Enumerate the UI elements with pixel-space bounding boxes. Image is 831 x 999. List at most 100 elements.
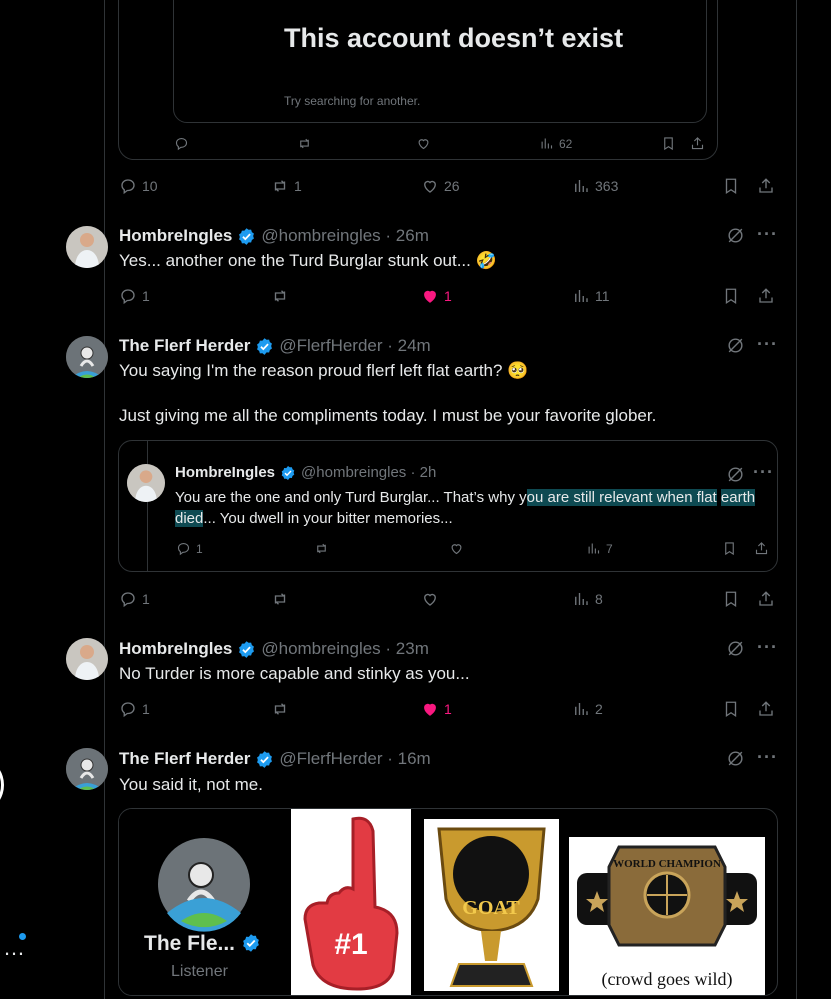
grok-icon[interactable] <box>726 226 745 245</box>
like-button[interactable] <box>421 590 439 608</box>
avatar[interactable] <box>66 748 108 790</box>
like-button[interactable]: 1 <box>421 700 452 718</box>
verified-badge-icon <box>257 337 273 355</box>
heart-icon <box>418 139 429 150</box>
share-button[interactable] <box>757 700 775 718</box>
post-header: The Flerf Herder @FlerfHerder · 16m <box>119 749 431 769</box>
grok-icon[interactable] <box>726 749 745 768</box>
reply-count: 1 <box>142 701 150 717</box>
handle-time[interactable]: @hombreingles · 23m <box>261 639 429 659</box>
left-sidebar-bubble[interactable] <box>0 762 4 808</box>
more-options-icon[interactable]: ··· <box>753 462 774 483</box>
views-button[interactable]: 7 <box>586 541 613 556</box>
reply-button[interactable] <box>174 136 189 151</box>
media-profile-card[interactable]: The Fle... Listener <box>119 809 289 995</box>
bookmark-button[interactable] <box>661 136 676 151</box>
display-name[interactable]: HombreIngles <box>119 226 232 246</box>
heart-filled-icon <box>424 290 436 303</box>
media-grid[interactable]: The Fle... Listener #1 GOAT WORLD CHAMPI… <box>118 808 778 996</box>
repost-icon <box>274 703 286 715</box>
bookmark-icon <box>725 178 737 195</box>
share-icon <box>759 178 773 193</box>
repost-button[interactable]: 1 <box>271 177 302 195</box>
post-header: HombreIngles @hombreingles · 23m <box>119 639 429 659</box>
views-icon <box>588 543 600 554</box>
media-goat-trophy[interactable]: GOAT <box>424 819 559 991</box>
avatar[interactable] <box>66 226 108 268</box>
media-foam-finger[interactable]: #1 <box>291 809 411 995</box>
belt-label: WORLD CHAMPION <box>613 858 721 870</box>
verified-badge-icon <box>239 640 255 658</box>
views-button[interactable]: 8 <box>572 590 603 608</box>
repost-button[interactable] <box>271 287 289 305</box>
more-options-icon[interactable]: ··· <box>757 224 778 245</box>
reply-count: 10 <box>142 178 158 194</box>
display-name[interactable]: HombreIngles <box>119 639 232 659</box>
repost-button[interactable] <box>314 541 329 556</box>
views-count: 363 <box>595 178 619 194</box>
notice-subtitle: Try searching for another. <box>284 94 421 108</box>
display-name[interactable]: The Flerf Herder <box>119 336 250 356</box>
more-options-icon[interactable]: ··· <box>757 637 778 658</box>
unavailable-account-notice <box>173 0 707 123</box>
reply-button[interactable]: 1 <box>176 541 203 556</box>
verified-badge-icon <box>243 934 259 952</box>
views-button[interactable]: 62 <box>539 136 572 151</box>
like-button[interactable] <box>416 136 431 151</box>
share-button[interactable] <box>757 590 775 608</box>
views-button[interactable]: 2 <box>572 700 603 718</box>
like-count: 1 <box>444 701 452 717</box>
views-count: 7 <box>606 541 613 556</box>
reply-button[interactable]: 1 <box>119 590 150 608</box>
emoji: 🥺 <box>507 361 529 380</box>
grok-icon[interactable] <box>726 465 745 484</box>
reply-button[interactable]: 10 <box>119 177 158 195</box>
grok-icon[interactable] <box>726 336 745 355</box>
avatar[interactable] <box>66 638 108 680</box>
more-options-icon[interactable]: ··· <box>757 747 778 768</box>
heart-icon <box>424 593 436 606</box>
repost-button[interactable] <box>271 700 289 718</box>
share-button[interactable] <box>754 541 769 556</box>
share-button[interactable] <box>690 136 705 151</box>
repost-count: 1 <box>294 178 302 194</box>
share-button[interactable] <box>757 177 775 195</box>
heart-filled-icon <box>424 703 436 716</box>
share-icon <box>755 542 768 555</box>
notification-dot <box>19 933 26 940</box>
quote-header: HombreIngles @hombreingles · 2h <box>175 464 436 481</box>
handle-time[interactable]: @FlerfHerder · 24m <box>279 336 430 356</box>
like-button[interactable]: 1 <box>421 287 452 305</box>
display-name[interactable]: HombreIngles <box>175 464 275 481</box>
like-button[interactable] <box>449 541 464 556</box>
repost-button[interactable] <box>297 136 312 151</box>
handle-time[interactable]: @hombreingles · 26m <box>261 226 429 246</box>
reply-button[interactable]: 1 <box>119 700 150 718</box>
reply-button[interactable]: 1 <box>119 287 150 305</box>
repost-icon <box>274 180 286 192</box>
emoji: 🤣 <box>475 251 497 270</box>
avatar[interactable] <box>127 464 165 502</box>
reply-count: 1 <box>196 541 203 556</box>
grok-icon[interactable] <box>726 639 745 658</box>
handle-time[interactable]: @hombreingles · 2h <box>301 464 436 481</box>
repost-button[interactable] <box>271 590 289 608</box>
more-options-icon[interactable]: ··· <box>757 334 778 355</box>
bookmark-button[interactable] <box>722 700 740 718</box>
bookmark-button[interactable] <box>722 287 740 305</box>
media-championship-belt[interactable]: WORLD CHAMPION (crowd goes wild) <box>569 837 765 995</box>
foam-finger-image: #1 <box>303 816 399 991</box>
share-icon <box>759 288 773 303</box>
share-button[interactable] <box>757 287 775 305</box>
views-button[interactable]: 11 <box>572 287 610 305</box>
bookmark-button[interactable] <box>722 541 737 556</box>
bookmark-button[interactable] <box>722 590 740 608</box>
views-icon <box>541 138 553 149</box>
bookmark-button[interactable] <box>722 177 740 195</box>
handle-time[interactable]: @FlerfHerder · 16m <box>279 749 430 769</box>
avatar[interactable] <box>66 336 108 378</box>
like-button[interactable]: 26 <box>421 177 460 195</box>
post-text-line-2: Just giving me all the compliments today… <box>119 406 657 425</box>
views-button[interactable]: 363 <box>572 177 618 195</box>
display-name[interactable]: The Flerf Herder <box>119 749 250 769</box>
